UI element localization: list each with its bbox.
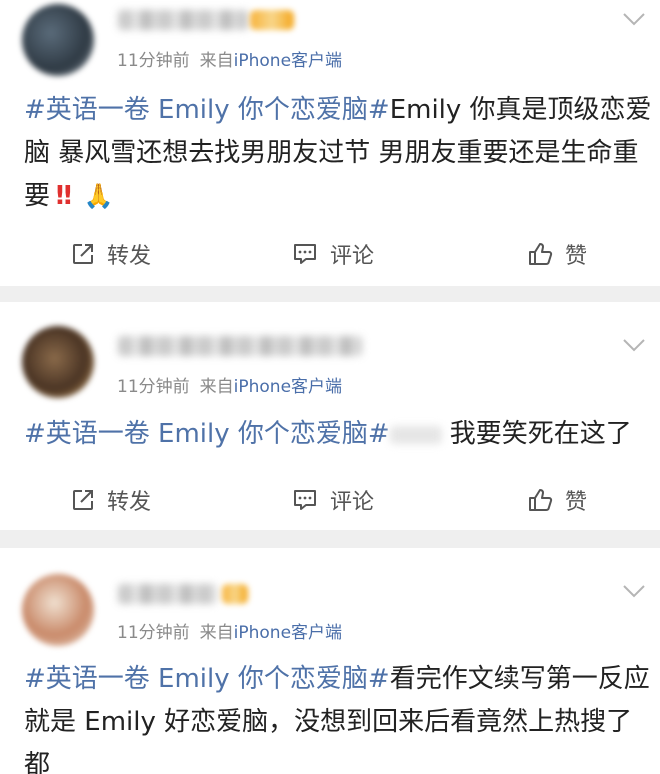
source-device[interactable]: iPhone xyxy=(234,623,291,643)
repost-icon xyxy=(73,244,93,264)
comment-label: 评论 xyxy=(330,244,375,269)
chevron-down-icon[interactable] xyxy=(622,12,646,26)
post-content: #英语一卷 Emily 你个恋爱脑#看完作文续写第一反应 就是 Emily 好恋… xyxy=(24,658,650,774)
post-card: 11分钟前 来自iPhone客户端 #英语一卷 Emily 你个恋爱脑#看完作文续… xyxy=(0,548,660,774)
content-line: 看完作文续写第一反应 xyxy=(389,664,650,694)
source-client[interactable]: 客户端 xyxy=(291,377,342,397)
content-line: 脑 暴风雪还想去找男朋友过节 男朋友重要还是生命重 xyxy=(24,138,639,168)
post-separator xyxy=(0,530,660,548)
post-time: 11分钟前 xyxy=(117,623,190,643)
post-meta: 11分钟前 来自iPhone客户端 xyxy=(117,46,342,71)
comment-icon xyxy=(294,244,316,264)
post-card: 11分钟前 来自iPhone客户端 #英语一卷 Emily 你个恋爱脑# 我要笑死在… xyxy=(0,302,660,530)
source-device[interactable]: iPhone xyxy=(234,377,291,397)
content-line: 就是 Emily 好恋爱脑，没想到回来后看竟然上热搜了 xyxy=(24,707,633,737)
like-label: 赞 xyxy=(565,490,588,515)
post-card: 11分钟前 来自iPhone客户端 #英语一卷 Emily 你个恋爱脑#Emily… xyxy=(0,0,660,286)
hashtag-link[interactable]: #英语一卷 Emily 你个恋爱脑# xyxy=(24,664,390,694)
username-redacted[interactable] xyxy=(118,10,248,30)
content-line: 都 xyxy=(24,750,51,774)
repost-label: 转发 xyxy=(107,490,152,515)
source-prefix: 来自 xyxy=(199,377,234,397)
post-separator xyxy=(0,286,660,302)
like-button[interactable]: 赞 xyxy=(527,480,587,520)
repost-button[interactable]: 转发 xyxy=(71,234,151,274)
avatar[interactable] xyxy=(22,574,94,646)
like-button[interactable]: 赞 xyxy=(527,234,587,274)
like-icon xyxy=(529,489,553,511)
source-client[interactable]: 客户端 xyxy=(291,51,342,71)
action-bar: 转发 评论 赞 xyxy=(0,234,660,274)
action-bar: 转发 评论 赞 xyxy=(0,480,660,520)
post-time: 11分钟前 xyxy=(117,377,190,397)
repost-icon xyxy=(73,490,93,510)
username-redacted[interactable] xyxy=(118,336,362,356)
username-redacted[interactable] xyxy=(118,584,218,604)
post-content: #英语一卷 Emily 你个恋爱脑# 我要笑死在这了 xyxy=(24,413,644,456)
post-time: 11分钟前 xyxy=(117,51,190,71)
comment-icon xyxy=(294,490,316,510)
hashtag-link[interactable]: #英语一卷 Emily 你个恋爱脑# xyxy=(24,419,390,449)
pray-emoji: 🙏 xyxy=(83,182,114,210)
comment-button[interactable]: 评论 xyxy=(292,234,374,274)
chevron-down-icon[interactable] xyxy=(622,338,646,352)
comment-button[interactable]: 评论 xyxy=(292,480,374,520)
comment-label: 评论 xyxy=(330,490,375,515)
repost-label: 转发 xyxy=(107,244,152,269)
avatar[interactable] xyxy=(22,326,94,398)
content-line: 要 xyxy=(24,181,51,211)
hashtag-link[interactable]: #英语一卷 Emily 你个恋爱脑# xyxy=(24,95,390,125)
like-label: 赞 xyxy=(565,244,588,269)
avatar[interactable] xyxy=(22,4,94,76)
source-prefix: 来自 xyxy=(199,51,234,71)
chevron-down-icon[interactable] xyxy=(622,584,646,598)
content-line: Emily 你真是顶级恋爱 xyxy=(389,95,652,125)
double-exclamation: !! xyxy=(54,181,74,211)
redacted-mention xyxy=(389,425,442,444)
source-client[interactable]: 客户端 xyxy=(291,623,342,643)
post-meta: 11分钟前 来自iPhone客户端 xyxy=(117,372,342,397)
content-line: 我要笑死在这了 xyxy=(449,419,632,449)
source-device[interactable]: iPhone xyxy=(234,51,291,71)
like-icon xyxy=(529,243,553,265)
post-content: #英语一卷 Emily 你个恋爱脑#Emily 你真是顶级恋爱 脑 暴风雪还想去… xyxy=(24,89,652,218)
repost-button[interactable]: 转发 xyxy=(71,480,151,520)
member-badge xyxy=(250,10,294,30)
member-badge xyxy=(222,584,248,604)
source-prefix: 来自 xyxy=(199,623,234,643)
post-meta: 11分钟前 来自iPhone客户端 xyxy=(117,618,342,643)
